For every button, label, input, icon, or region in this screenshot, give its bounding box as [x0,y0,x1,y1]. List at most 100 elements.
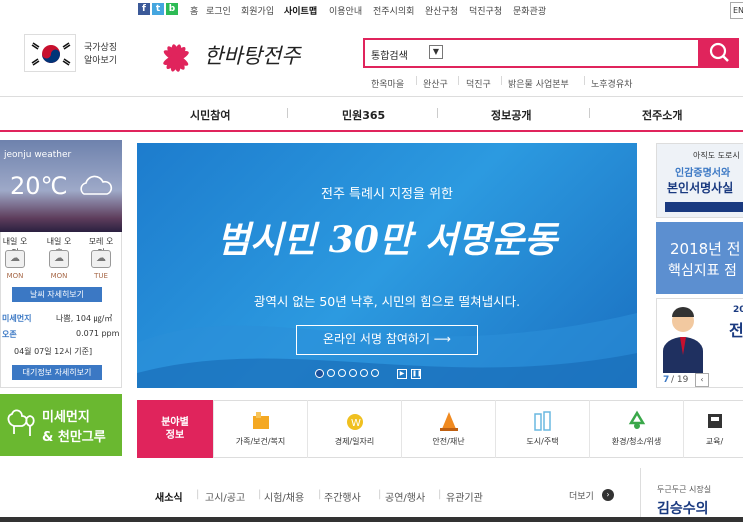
slide-dot[interactable] [327,369,335,377]
ozone-value: 0.071 ppm [76,329,120,338]
search-box: 통합검색 ▼ [363,38,700,68]
category-safety[interactable]: 안전/재난 [401,400,495,458]
top-utility-bar: f t b 홈 로그인 회원가입 사이트맵 이용안내 전주시의회 완산구청 덕진… [0,0,743,20]
mayor-name[interactable]: 김승수의 [657,498,709,518]
dust-label: 미세먼지 [2,314,32,323]
page-current: 7 [663,375,670,385]
play-icon[interactable]: ▶ [397,369,407,379]
search-button[interactable] [700,38,739,68]
facebook-icon[interactable]: f [138,3,150,15]
city-logo-flower-icon[interactable] [148,28,204,72]
tab-notice[interactable]: 고시/공고 [205,489,245,504]
r1-main-text: 본인서명사실 [667,181,734,195]
quick-link-diesel[interactable]: 노후경유차 [591,77,632,90]
quick-link-deokjin[interactable]: 덕진구 [466,77,491,90]
tree-icon [7,409,35,436]
quick-link-wansan[interactable]: 완산구 [423,77,448,90]
r2-line1: 2018년 전 [670,240,741,258]
book-icon [707,414,722,428]
dust-tree-banner[interactable]: 미세먼지 & 천만그루 [0,394,122,456]
mayor-small-text: 두근두근 시장실 [657,485,712,494]
symbol-text-line2: 알아보기 [84,56,118,66]
cloudy-icon: ☁ [5,250,25,268]
login-link[interactable]: 로그인 [206,4,231,17]
tab-events[interactable]: 공연/행사 [385,489,425,504]
dust-banner-line1: 미세먼지 [42,410,90,425]
r1-mid-text: 인감증명서와 [675,168,731,179]
category-economy[interactable]: W 경제/일자리 [307,400,401,458]
banner-pagination [315,369,379,381]
council-link[interactable]: 전주시의회 [373,4,414,17]
air-detail-button[interactable]: 대기정보 자세히보기 [12,365,102,380]
search-input[interactable] [449,43,689,63]
signup-link[interactable]: 회원가입 [241,4,274,17]
online-sign-button[interactable]: 온라인 서명 참여하기 ⟶ [296,325,478,355]
main-banner[interactable]: 전주 특례시 지정을 위한 범시민 30만 서명운동 광역시 없는 50년 낙후… [137,143,637,388]
category-label-line1: 분야별 [161,417,189,428]
nav-minwon[interactable]: 민원365 [342,107,385,123]
slide-dot[interactable] [360,369,368,377]
tourism-link[interactable]: 문화관광 [513,4,546,17]
slide-dot-active[interactable] [315,369,324,378]
right-banner-indicator[interactable]: 2018년 전 핵심지표 점 [656,222,743,294]
weather-detail-button[interactable]: 날씨 자세히보기 [12,287,102,302]
slide-dot[interactable] [349,369,357,377]
category-family-label: 가족/보건/복지 [235,437,286,446]
pause-icon[interactable]: ❚❚ [411,369,422,379]
person-illustration-icon [663,307,703,373]
quick-link-water[interactable]: 밝은물 사업본부 [508,77,569,90]
guide-link[interactable]: 이용안내 [329,4,362,17]
home-link[interactable]: 홈 [190,4,198,17]
banner-description: 광역시 없는 50년 낙후, 시민의 힘으로 떨쳐냅시다. [253,294,521,309]
tab-institutions[interactable]: 유관기관 [446,489,483,504]
svg-text:W: W [351,418,361,429]
more-link[interactable]: 더보기 [569,489,594,502]
cloudy-icon: ☁ [91,250,111,268]
language-select[interactable]: EN [730,2,743,19]
national-symbol-box[interactable] [24,34,76,72]
taegukgi-icon [31,42,71,66]
cloudy-icon: ☁ [49,250,69,268]
category-city[interactable]: 도시/주택 [495,400,589,458]
city-logo-text[interactable]: 한바탕전주 [204,40,301,70]
bottom-bar [0,517,743,522]
category-education[interactable]: 교육/ [683,400,743,458]
national-symbol-text[interactable]: 국가상징 알아보기 [84,42,117,68]
forecast-day-3: TUE [94,272,108,280]
search-category-label[interactable]: 통합검색 [371,47,408,62]
tab-weekly[interactable]: 주간행사 [324,489,361,504]
nav-info[interactable]: 정보공개 [491,107,531,123]
nav-about[interactable]: 전주소개 [642,107,682,123]
sitemap-link[interactable]: 사이트맵 [284,4,317,17]
r1-top-text: 아직도 도로시 [693,151,740,160]
deokjin-link[interactable]: 덕진구청 [469,4,502,17]
chevron-down-icon[interactable]: ▼ [429,45,443,59]
nav-citizen[interactable]: 시민참여 [190,107,230,123]
quick-link-hanok[interactable]: 한옥마을 [371,77,404,90]
recycle-icon [628,410,645,429]
slide-dot[interactable] [338,369,346,377]
r2-line2: 핵심지표 점 [668,263,737,279]
more-arrow-icon[interactable]: › [602,489,614,501]
dust-banner-line2: & 천만그루 [42,430,106,445]
twitter-icon[interactable]: t [152,3,164,15]
category-environment[interactable]: 환경/청소/위생 [589,400,683,458]
wansan-link[interactable]: 완산구청 [425,4,458,17]
page-total: / 19 [671,375,689,385]
slide-dot[interactable] [371,369,379,377]
r1-steps-bar [665,202,743,212]
prev-icon[interactable]: ‹ [695,373,709,387]
blog-icon[interactable]: b [166,3,178,15]
banner-title: 범시민 30만 서명운동 [216,219,558,261]
right-banner-seal[interactable]: 아직도 도로시 인감증명서와 본인서명사실 [656,143,743,218]
category-economy-label: 경제/일자리 [334,437,375,446]
right-banner-person[interactable]: 20 전 7 / 19 ‹ [656,298,743,388]
weather-title: jeonju weather [4,150,72,160]
dust-value: 나쁨, 104 ㎍/㎥ [56,314,113,323]
ozone-label: 오존 [2,330,17,339]
category-family[interactable]: 가족/보건/복지 [213,400,307,458]
building-icon [533,411,551,431]
tab-news[interactable]: 새소식 [155,489,183,504]
forecast-day-1: MON [6,272,24,280]
tab-exam[interactable]: 시험/채용 [264,489,304,504]
